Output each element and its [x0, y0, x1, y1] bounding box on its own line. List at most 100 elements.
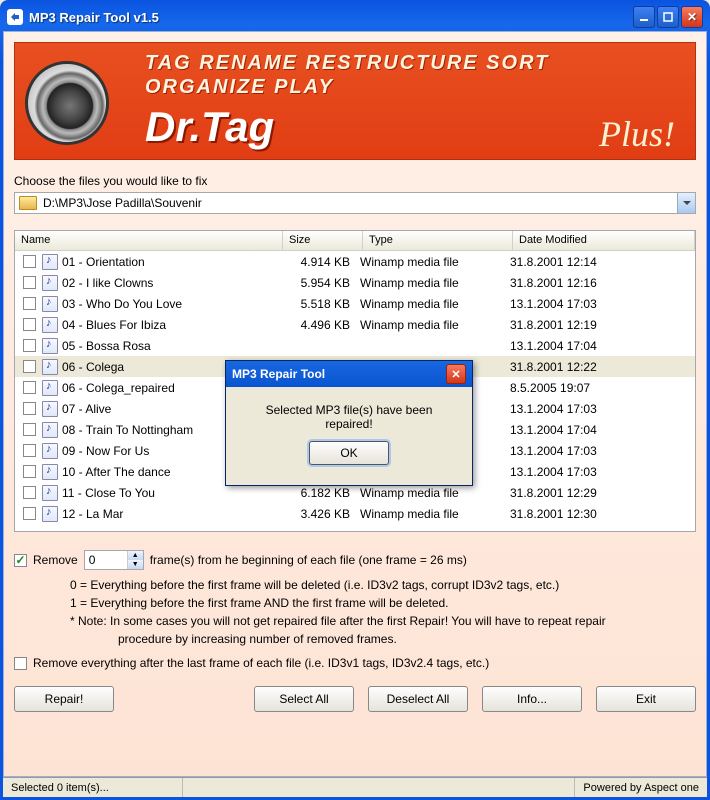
- file-row[interactable]: 05 - Bossa Rosa13.1.2004 17:04: [15, 335, 695, 356]
- col-size[interactable]: Size: [283, 231, 363, 250]
- banner-plus: Plus!: [599, 113, 675, 155]
- row-checkbox[interactable]: [23, 465, 36, 478]
- path-dropdown-button[interactable]: [677, 193, 695, 213]
- row-type: Winamp media file: [360, 486, 510, 500]
- repair-button[interactable]: Repair!: [14, 686, 114, 712]
- row-checkbox[interactable]: [23, 423, 36, 436]
- row-type: Winamp media file: [360, 318, 510, 332]
- row-checkbox[interactable]: [23, 276, 36, 289]
- row-date: 13.1.2004 17:03: [510, 402, 695, 416]
- options-panel: ✓ Remove ▲ ▼ frame(s) from he beginning …: [14, 550, 696, 670]
- dialog-ok-button[interactable]: OK: [309, 441, 389, 465]
- remove-frames-checkbox[interactable]: ✓: [14, 554, 27, 567]
- file-row[interactable]: 12 - La Mar3.426 KBWinamp media file31.8…: [15, 503, 695, 524]
- music-file-icon: [42, 464, 58, 480]
- remove-after-checkbox[interactable]: [14, 657, 27, 670]
- path-combo[interactable]: D:\MP3\Jose Padilla\Souvenir: [14, 192, 696, 214]
- row-checkbox[interactable]: [23, 360, 36, 373]
- spinner-up[interactable]: ▲: [128, 551, 143, 560]
- row-date: 31.8.2001 12:30: [510, 507, 695, 521]
- status-powered: Powered by Aspect one: [575, 778, 707, 797]
- music-file-icon: [42, 485, 58, 501]
- dialog-message: Selected MP3 file(s) have been repaired!: [242, 403, 456, 431]
- dialog-titlebar[interactable]: MP3 Repair Tool ✕: [226, 361, 472, 387]
- instruction-label: Choose the files you would like to fix: [14, 174, 696, 188]
- row-checkbox[interactable]: [23, 444, 36, 457]
- music-file-icon: [42, 338, 58, 354]
- row-date: 13.1.2004 17:03: [510, 297, 695, 311]
- row-type: Winamp media file: [360, 507, 510, 521]
- row-checkbox[interactable]: [23, 255, 36, 268]
- col-type[interactable]: Type: [363, 231, 513, 250]
- info-button[interactable]: Info...: [482, 686, 582, 712]
- row-checkbox[interactable]: [23, 402, 36, 415]
- music-file-icon: [42, 317, 58, 333]
- row-size: 5.954 KB: [280, 276, 360, 290]
- file-row[interactable]: 04 - Blues For Ibiza4.496 KBWinamp media…: [15, 314, 695, 335]
- row-size: 4.914 KB: [280, 255, 360, 269]
- row-date: 13.1.2004 17:04: [510, 423, 695, 437]
- row-date: 31.8.2001 12:16: [510, 276, 695, 290]
- file-row[interactable]: 02 - I like Clowns5.954 KBWinamp media f…: [15, 272, 695, 293]
- frames-spinner[interactable]: ▲ ▼: [84, 550, 144, 570]
- file-row[interactable]: 01 - Orientation4.914 KBWinamp media fil…: [15, 251, 695, 272]
- banner-logo: Dr.Tag: [145, 103, 274, 151]
- app-icon: [7, 9, 23, 25]
- row-type: Winamp media file: [360, 255, 510, 269]
- music-file-icon: [42, 443, 58, 459]
- row-date: 31.8.2001 12:19: [510, 318, 695, 332]
- status-selected: Selected 0 item(s)...: [3, 778, 183, 797]
- banner-tagline: TAG RENAME RESTRUCTURE SORT ORGANIZE PLA…: [145, 51, 549, 99]
- row-name: 03 - Who Do You Love: [62, 297, 280, 311]
- row-type: Winamp media file: [360, 297, 510, 311]
- select-all-button[interactable]: Select All: [254, 686, 354, 712]
- window-title: MP3 Repair Tool v1.5: [29, 10, 631, 25]
- status-mid: [183, 778, 575, 797]
- message-dialog: MP3 Repair Tool ✕ Selected MP3 file(s) h…: [225, 360, 473, 486]
- row-checkbox[interactable]: [23, 381, 36, 394]
- row-checkbox[interactable]: [23, 318, 36, 331]
- music-file-icon: [42, 296, 58, 312]
- maximize-button[interactable]: [657, 6, 679, 28]
- row-date: 13.1.2004 17:04: [510, 339, 695, 353]
- row-checkbox[interactable]: [23, 297, 36, 310]
- row-name: 02 - I like Clowns: [62, 276, 280, 290]
- remove-label: Remove: [33, 553, 78, 567]
- speaker-icon: [25, 61, 109, 145]
- banner: TAG RENAME RESTRUCTURE SORT ORGANIZE PLA…: [14, 42, 696, 160]
- exit-button[interactable]: Exit: [596, 686, 696, 712]
- row-checkbox[interactable]: [23, 507, 36, 520]
- row-date: 31.8.2001 12:14: [510, 255, 695, 269]
- titlebar[interactable]: MP3 Repair Tool v1.5 ✕: [3, 3, 707, 31]
- close-button[interactable]: ✕: [681, 6, 703, 28]
- music-file-icon: [42, 380, 58, 396]
- row-size: 6.182 KB: [280, 486, 360, 500]
- file-row[interactable]: 03 - Who Do You Love5.518 KBWinamp media…: [15, 293, 695, 314]
- row-checkbox[interactable]: [23, 486, 36, 499]
- row-name: 01 - Orientation: [62, 255, 280, 269]
- music-file-icon: [42, 401, 58, 417]
- spinner-down[interactable]: ▼: [128, 560, 143, 569]
- statusbar: Selected 0 item(s)... Powered by Aspect …: [3, 777, 707, 797]
- music-file-icon: [42, 275, 58, 291]
- row-size: 4.496 KB: [280, 318, 360, 332]
- row-size: 5.518 KB: [280, 297, 360, 311]
- main-window: MP3 Repair Tool v1.5 ✕ TAG RENAME RESTRU…: [0, 0, 710, 800]
- button-row: Repair! Select All Deselect All Info... …: [14, 686, 696, 712]
- col-name[interactable]: Name: [15, 231, 283, 250]
- row-checkbox[interactable]: [23, 339, 36, 352]
- music-file-icon: [42, 422, 58, 438]
- frames-input[interactable]: [85, 551, 127, 569]
- minimize-button[interactable]: [633, 6, 655, 28]
- row-date: 13.1.2004 17:03: [510, 465, 695, 479]
- dialog-close-button[interactable]: ✕: [446, 364, 466, 384]
- deselect-all-button[interactable]: Deselect All: [368, 686, 468, 712]
- row-date: 31.8.2001 12:29: [510, 486, 695, 500]
- row-size: 3.426 KB: [280, 507, 360, 521]
- remove-suffix: frame(s) from he beginning of each file …: [150, 553, 467, 567]
- row-type: Winamp media file: [360, 276, 510, 290]
- row-name: 04 - Blues For Ibiza: [62, 318, 280, 332]
- column-headers[interactable]: Name Size Type Date Modified: [15, 231, 695, 251]
- col-date[interactable]: Date Modified: [513, 231, 695, 250]
- music-file-icon: [42, 359, 58, 375]
